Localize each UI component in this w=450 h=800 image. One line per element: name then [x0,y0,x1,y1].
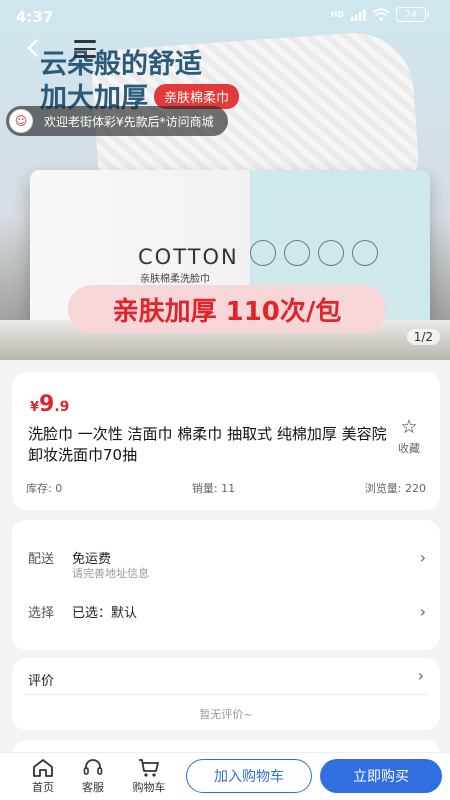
reviews-empty-text: 暂无评价~ [199,708,253,721]
tab-service-label: 客服 [82,781,104,794]
tab-home[interactable]: 首页 [20,757,66,795]
feature-icon [318,240,344,266]
feature-icons [250,240,378,266]
home-icon [33,759,53,777]
menu-icon-bar [74,55,96,58]
feature-icon [352,240,378,266]
selection-row[interactable]: 选择 已选：默认 › [28,602,426,624]
price-main: 9 [39,392,55,417]
welcome-text: 欢迎老街体彩¥先款后*访问商城 [44,114,214,129]
selection-value: 已选：默认 [72,606,138,621]
signal-icon [351,8,366,21]
shipping-subtext: 请完善地址信息 [72,567,149,580]
favorite-button[interactable]: ☆ 收藏 [392,416,426,456]
tab-cart[interactable]: 购物车 [124,757,174,795]
options-card: 配送 免运费 请完善地址信息 › 选择 已选：默认 › [12,520,440,650]
status-time: 4:37 [16,8,54,26]
shipping-row[interactable]: 配送 免运费 请完善地址信息 › [28,548,426,582]
hero-headline-line1: 云朵般的舒适 [40,49,202,80]
reviews-title: 评价 [28,674,55,689]
back-button[interactable] [22,36,52,66]
cart-icon [139,759,159,777]
menu-icon-bar [74,40,96,43]
status-icons: HD 74 [330,7,429,22]
tab-service[interactable]: 客服 [70,757,116,795]
brand-subtext: 亲肤棉柔洗脸巾 [140,274,210,285]
feature-icon [250,240,276,266]
product-title: 洗脸巾 一次性 洁面巾 棉柔巾 抽取式 纯棉加厚 美容院卸妆洗面巾70抽 [28,425,387,464]
wifi-icon [372,8,390,21]
price: ¥9.9 [30,392,69,417]
promo-banner: 亲肤加厚 110次/包 [68,285,386,333]
avatar: ☺ [9,109,33,133]
sales-count: 销量: 11 [191,482,236,495]
feature-icon [284,240,310,266]
stock-count: 库存: 0 [26,482,63,495]
menu-icon-bar [74,47,96,50]
price-symbol: ¥ [30,400,40,415]
product-image-carousel[interactable]: 云朵般的舒适 加大加厚 亲肤棉柔巾 COTTON 亲肤棉柔洗脸巾 亲肤加厚 11… [0,0,450,360]
welcome-banner: ☺ 欢迎老街体彩¥先款后*访问商城 [6,106,228,136]
product-stats: 库存: 0 销量: 11 浏览量: 220 [12,480,440,496]
reviews-card[interactable]: 评价 › 暂无评价~ [12,658,440,730]
tab-home-label: 首页 [32,781,54,794]
chevron-right-icon: › [417,666,424,685]
star-icon: ☆ [400,416,418,438]
view-count: 浏览量: 220 [364,482,426,495]
status-bar: 4:37 HD 74 [0,0,450,34]
tab-cart-label: 购物车 [132,781,166,794]
menu-button[interactable] [74,40,96,60]
price-decimal: .9 [54,399,70,415]
chevron-right-icon: › [419,602,426,621]
divider [24,694,428,695]
favorite-label: 收藏 [398,442,420,455]
selection-label: 选择 [28,606,55,621]
product-info-card: ¥9.9 洗脸巾 一次性 洁面巾 棉柔巾 抽取式 纯棉加厚 美容院卸妆洗面巾70… [12,372,440,510]
brand-text: COTTON [138,245,239,269]
add-to-cart-button[interactable]: 加入购物车 [186,759,312,793]
network-hd-icon: HD [330,9,344,19]
bottom-action-bar: 首页 客服 购物车 加入购物车 立即购买 [0,752,450,800]
chevron-left-icon [27,39,38,57]
battery-icon: 74 [396,7,429,22]
shipping-label: 配送 [28,552,55,567]
chevron-right-icon: › [419,548,426,567]
buy-now-button[interactable]: 立即购买 [320,759,442,793]
image-page-indicator: 1/2 [406,329,440,345]
headset-icon [83,759,103,775]
